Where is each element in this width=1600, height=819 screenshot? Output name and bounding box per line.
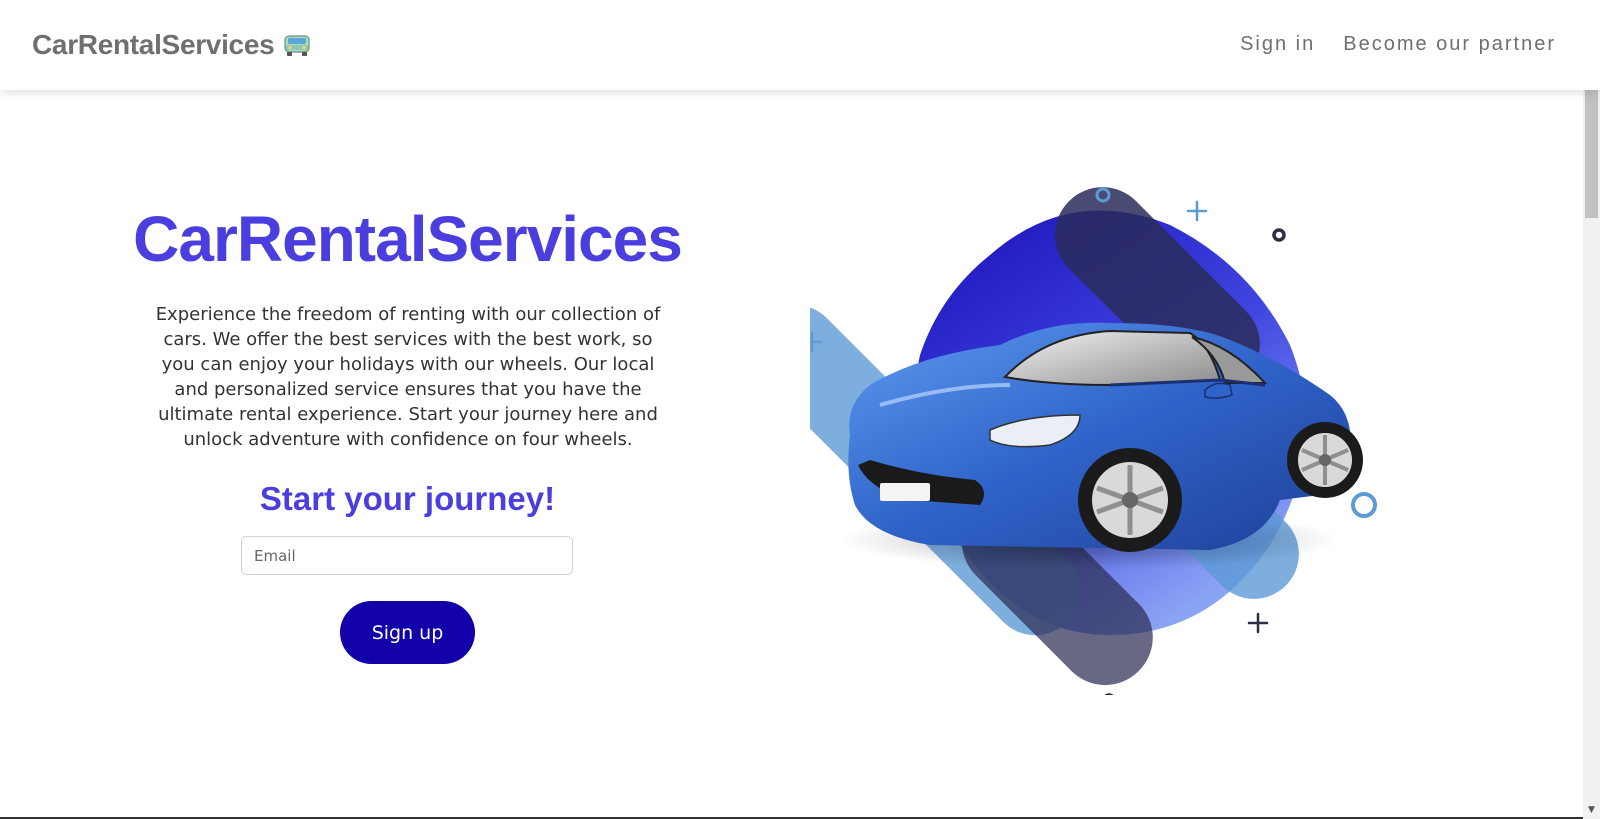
- car-icon: [284, 35, 310, 56]
- top-navbar: CarRentalServices Sign in Become our par…: [0, 0, 1600, 90]
- brand-logo[interactable]: CarRentalServices: [32, 29, 312, 61]
- brand-name[interactable]: CarRentalServices: [32, 29, 275, 61]
- sign-up-button[interactable]: Sign up: [340, 601, 475, 664]
- vertical-scrollbar[interactable]: ▼: [1583, 90, 1600, 819]
- scroll-down-arrow-icon[interactable]: ▼: [1583, 802, 1600, 819]
- email-input[interactable]: [241, 536, 573, 575]
- nav-links: Sign in Become our partner: [1240, 33, 1556, 56]
- car-illustration: [810, 187, 1377, 695]
- sign-in-link[interactable]: Sign in: [1240, 33, 1315, 56]
- scrollbar-thumb[interactable]: [1585, 90, 1598, 218]
- hero-description: Experience the freedom of renting with o…: [155, 304, 661, 450]
- become-partner-link[interactable]: Become our partner: [1343, 33, 1556, 56]
- signup-heading: Start your journey!: [259, 480, 556, 517]
- hero-title: CarRentalServices: [133, 203, 683, 275]
- main-content: CarRentalServices Experience the freedom…: [0, 90, 1583, 819]
